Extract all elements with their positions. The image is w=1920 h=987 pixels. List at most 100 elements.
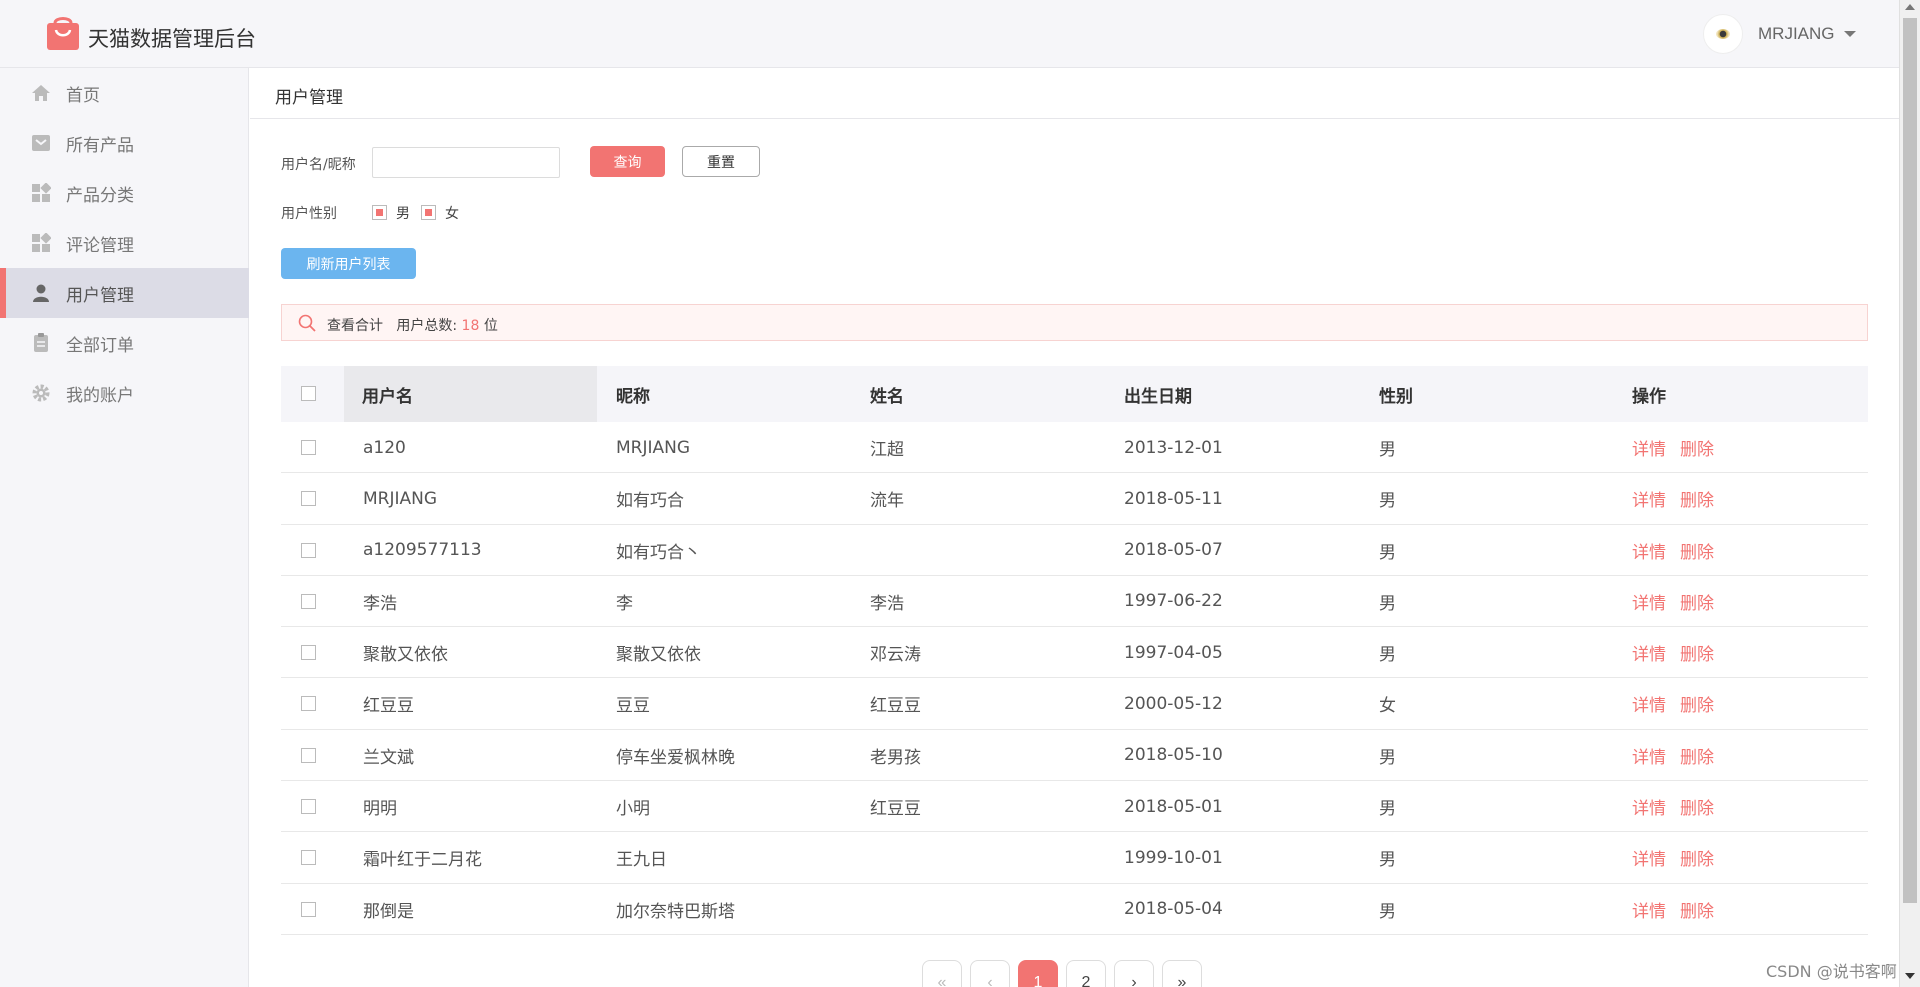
page-1-button[interactable]: 1 <box>1018 960 1058 987</box>
cell-name: 红豆豆 <box>870 799 921 820</box>
row-checkbox[interactable] <box>301 593 316 609</box>
cell-gender: 男 <box>1379 645 1396 666</box>
cell-actions: 详情 删除 <box>1632 576 1728 627</box>
scroll-thumb[interactable] <box>1903 18 1917 903</box>
sidebar-item-label: 评论管理 <box>66 235 134 256</box>
row-checkbox[interactable] <box>301 901 316 917</box>
delete-link[interactable]: 删除 <box>1680 589 1714 614</box>
cell-birthday: 2000-05-12 <box>1124 693 1223 714</box>
summary-view-label: 查看合计 <box>327 318 383 334</box>
row-checkbox[interactable] <box>301 491 316 507</box>
detail-link[interactable]: 详情 <box>1632 691 1666 716</box>
gender-male-label: 男 <box>396 206 410 222</box>
scroll-down-icon[interactable] <box>1905 973 1915 979</box>
cell-actions: 详情 删除 <box>1632 781 1728 832</box>
cell-nickname: 小明 <box>616 799 650 820</box>
cell-nickname: 王九日 <box>616 850 667 871</box>
name-filter-label: 用户名/昵称 <box>281 157 356 173</box>
reset-button[interactable]: 重置 <box>682 146 760 177</box>
cell-actions: 详情 删除 <box>1632 422 1728 473</box>
delete-link[interactable]: 删除 <box>1680 794 1714 819</box>
detail-link[interactable]: 详情 <box>1632 640 1666 665</box>
column-header-name[interactable]: 姓名 <box>870 366 904 422</box>
table-header: 用户名 昵称 姓名 出生日期 性别 操作 <box>281 366 1868 422</box>
cell-gender: 男 <box>1379 440 1396 460</box>
first-page-button[interactable]: « <box>922 960 962 987</box>
summary-bar: 查看合计 用户总数: 18 位 <box>281 304 1868 341</box>
chevron-down-icon[interactable] <box>1844 31 1856 37</box>
review-icon <box>32 233 51 252</box>
table-row: 红豆豆 豆豆 红豆豆 2000-05-12 女 详情 删除 <box>281 678 1868 730</box>
row-checkbox[interactable] <box>301 696 316 712</box>
sidebar-item-home[interactable]: 首页 <box>0 68 249 118</box>
cell-actions: 详情 删除 <box>1632 884 1728 935</box>
orders-icon <box>34 333 48 352</box>
cell-gender: 女 <box>1379 696 1396 717</box>
next-page-button[interactable]: › <box>1114 960 1154 987</box>
sidebar-item-products[interactable]: 所有产品 <box>0 118 249 168</box>
delete-link[interactable]: 删除 <box>1680 897 1714 922</box>
detail-link[interactable]: 详情 <box>1632 435 1666 460</box>
gender-filter-label: 用户性别 <box>281 206 337 222</box>
detail-link[interactable]: 详情 <box>1632 845 1666 870</box>
delete-link[interactable]: 删除 <box>1680 691 1714 716</box>
table-row: a1209577113 如有巧合丶 2018-05-07 男 详情 删除 <box>281 525 1868 576</box>
vertical-scrollbar[interactable] <box>1899 0 1920 987</box>
sidebar-item-reviews[interactable]: 评论管理 <box>0 218 249 268</box>
gender-male-checkbox[interactable] <box>372 205 387 220</box>
cell-name: 流年 <box>870 491 904 512</box>
delete-link[interactable]: 删除 <box>1680 538 1714 563</box>
delete-link[interactable]: 删除 <box>1680 845 1714 870</box>
cell-birthday: 2018-05-01 <box>1124 796 1223 817</box>
user-name[interactable]: MRJIANG <box>1758 24 1835 44</box>
sidebar-item-account[interactable]: 我的账户 <box>0 368 249 418</box>
cell-nickname: 豆豆 <box>616 696 650 717</box>
row-checkbox[interactable] <box>301 747 316 763</box>
delete-link[interactable]: 删除 <box>1680 640 1714 665</box>
last-page-button[interactable]: » <box>1162 960 1202 987</box>
query-button[interactable]: 查询 <box>590 146 665 177</box>
sidebar-item-orders[interactable]: 全部订单 <box>0 318 249 368</box>
detail-link[interactable]: 详情 <box>1632 486 1666 511</box>
column-header-nickname[interactable]: 昵称 <box>616 366 650 422</box>
column-header-username[interactable]: 用户名 <box>344 366 597 422</box>
detail-link[interactable]: 详情 <box>1632 589 1666 614</box>
watermark: CSDN @说书客啊 <box>1766 962 1897 981</box>
cell-nickname: MRJIANG <box>616 437 691 458</box>
cell-actions: 详情 删除 <box>1632 678 1728 729</box>
delete-link[interactable]: 删除 <box>1680 435 1714 460</box>
page-2-button[interactable]: 2 <box>1066 960 1106 987</box>
cell-name: 李浩 <box>870 593 904 614</box>
delete-link[interactable]: 删除 <box>1680 486 1714 511</box>
cell-birthday: 2018-05-10 <box>1124 745 1223 766</box>
row-checkbox[interactable] <box>301 850 316 866</box>
detail-link[interactable]: 详情 <box>1632 743 1666 768</box>
detail-link[interactable]: 详情 <box>1632 538 1666 563</box>
row-checkbox[interactable] <box>301 645 316 661</box>
gender-female-label: 女 <box>445 206 459 222</box>
gender-female-checkbox[interactable] <box>421 205 436 220</box>
sidebar-item-users[interactable]: 用户管理 <box>0 268 249 318</box>
search-input[interactable] <box>372 147 560 178</box>
cell-birthday: 2013-12-01 <box>1124 437 1223 458</box>
refresh-user-list-button[interactable]: 刷新用户列表 <box>281 248 416 279</box>
sidebar-item-category[interactable]: 产品分类 <box>0 168 249 218</box>
prev-page-button[interactable]: ‹ <box>970 960 1010 987</box>
detail-link[interactable]: 详情 <box>1632 897 1666 922</box>
shopping-bag-logo-icon[interactable] <box>45 15 81 51</box>
select-all-checkbox[interactable] <box>301 386 316 401</box>
detail-link[interactable]: 详情 <box>1632 794 1666 819</box>
column-header-birthday[interactable]: 出生日期 <box>1124 366 1192 422</box>
row-checkbox[interactable] <box>301 542 316 558</box>
row-checkbox[interactable] <box>301 799 316 815</box>
avatar[interactable] <box>1703 14 1743 54</box>
sidebar-item-label: 所有产品 <box>66 135 134 156</box>
column-header-gender[interactable]: 性别 <box>1379 366 1413 422</box>
row-checkbox[interactable] <box>301 440 316 455</box>
sidebar-item-label: 用户管理 <box>66 285 134 306</box>
cell-username: 明明 <box>363 799 397 820</box>
sidebar-item-label: 我的账户 <box>66 385 134 406</box>
delete-link[interactable]: 删除 <box>1680 743 1714 768</box>
user-total-count: 18 <box>461 318 480 334</box>
scroll-up-icon[interactable] <box>1905 4 1915 10</box>
